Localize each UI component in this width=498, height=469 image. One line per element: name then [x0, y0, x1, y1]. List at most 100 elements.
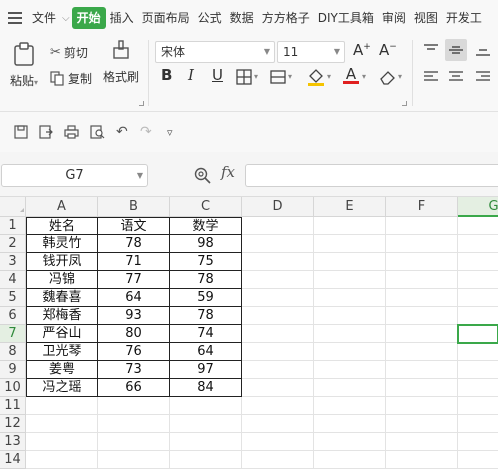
row-header-13[interactable]: 13 — [0, 433, 26, 451]
cell-f10[interactable] — [386, 379, 458, 397]
cell-g13[interactable] — [458, 433, 498, 451]
cell-e10[interactable] — [314, 379, 386, 397]
row-header-10[interactable]: 10 — [0, 379, 26, 397]
font-dialog-launcher[interactable] — [402, 101, 407, 106]
chevron-down-icon[interactable]: ▾ — [288, 72, 292, 81]
row-header-8[interactable]: 8 — [0, 343, 26, 361]
menu-home[interactable]: 开始 — [71, 7, 106, 29]
cell-b2[interactable]: 78 — [98, 235, 170, 253]
menu-developer[interactable]: 开发工 — [442, 7, 486, 29]
cell-d7[interactable] — [242, 325, 314, 343]
cell-c14[interactable] — [170, 451, 242, 469]
cell-c11[interactable] — [170, 397, 242, 415]
cell-b11[interactable] — [98, 397, 170, 415]
cell-g4[interactable] — [458, 271, 498, 289]
row-header-7[interactable]: 7 — [0, 325, 26, 343]
cell-a8[interactable]: 卫光琴 — [26, 343, 98, 361]
cell-b10[interactable]: 66 — [98, 379, 170, 397]
row-header-3[interactable]: 3 — [0, 253, 26, 271]
menu-review[interactable]: 审阅 — [378, 7, 410, 29]
row-header-12[interactable]: 12 — [0, 415, 26, 433]
font-name-combo[interactable]: 宋体 ▼ — [155, 41, 275, 63]
cell-c5[interactable]: 59 — [170, 289, 242, 307]
cell-b3[interactable]: 71 — [98, 253, 170, 271]
menu-diy-toolbox[interactable]: DIY工具箱 — [314, 7, 378, 29]
name-box[interactable]: G7 ▼ — [1, 164, 148, 187]
row-header-5[interactable]: 5 — [0, 289, 26, 307]
cell-b4[interactable]: 77 — [98, 271, 170, 289]
cell-g11[interactable] — [458, 397, 498, 415]
cell-style-icon[interactable] — [270, 69, 286, 85]
cell-c1[interactable]: 数学 — [170, 217, 242, 235]
align-left-icon[interactable] — [424, 71, 438, 83]
cell-e2[interactable] — [314, 235, 386, 253]
cell-g5[interactable] — [458, 289, 498, 307]
zoom-icon[interactable] — [194, 167, 211, 184]
cell-c12[interactable] — [170, 415, 242, 433]
cell-f8[interactable] — [386, 343, 458, 361]
cell-b8[interactable]: 76 — [98, 343, 170, 361]
copy-button[interactable]: 复制 — [50, 70, 92, 87]
cell-c3[interactable]: 75 — [170, 253, 242, 271]
cell-b6[interactable]: 93 — [98, 307, 170, 325]
cell-f4[interactable] — [386, 271, 458, 289]
cell-b14[interactable] — [98, 451, 170, 469]
cell-c6[interactable]: 78 — [170, 307, 242, 325]
cell-d10[interactable] — [242, 379, 314, 397]
row-header-1[interactable]: 1 — [0, 217, 26, 235]
cell-d8[interactable] — [242, 343, 314, 361]
shrink-font-button[interactable]: A− — [379, 41, 397, 59]
hamburger-icon[interactable] — [8, 12, 22, 24]
row-header-9[interactable]: 9 — [0, 361, 26, 379]
column-header-d[interactable]: D — [242, 197, 314, 217]
cell-e9[interactable] — [314, 361, 386, 379]
cell-d11[interactable] — [242, 397, 314, 415]
formula-input[interactable] — [245, 164, 498, 187]
cell-c4[interactable]: 78 — [170, 271, 242, 289]
cell-a12[interactable] — [26, 415, 98, 433]
cell-d6[interactable] — [242, 307, 314, 325]
align-middle-button[interactable] — [445, 39, 467, 61]
column-header-f[interactable]: F — [386, 197, 458, 217]
fill-color-icon[interactable] — [307, 67, 325, 87]
customize-toolbar-icon[interactable]: ▿ — [167, 126, 173, 139]
chevron-down-icon[interactable]: ▾ — [362, 72, 366, 81]
cell-a7[interactable]: 严谷山 — [26, 325, 98, 343]
border-icon[interactable] — [236, 69, 252, 85]
underline-button[interactable]: U — [212, 66, 223, 84]
cell-b5[interactable]: 64 — [98, 289, 170, 307]
align-center-icon[interactable] — [449, 71, 463, 83]
bold-button[interactable]: B — [161, 66, 172, 84]
eraser-icon[interactable] — [379, 69, 397, 85]
save-icon[interactable] — [14, 125, 28, 139]
cell-d13[interactable] — [242, 433, 314, 451]
cell-a13[interactable] — [26, 433, 98, 451]
cell-e3[interactable] — [314, 253, 386, 271]
cell-a1[interactable]: 姓名 — [26, 217, 98, 235]
cell-e5[interactable] — [314, 289, 386, 307]
cell-d4[interactable] — [242, 271, 314, 289]
cell-d5[interactable] — [242, 289, 314, 307]
cell-e7[interactable] — [314, 325, 386, 343]
cell-e13[interactable] — [314, 433, 386, 451]
row-header-11[interactable]: 11 — [0, 397, 26, 415]
align-right-icon[interactable] — [476, 71, 490, 83]
cell-g3[interactable] — [458, 253, 498, 271]
cell-a6[interactable]: 郑梅香 — [26, 307, 98, 325]
cell-d14[interactable] — [242, 451, 314, 469]
cell-e1[interactable] — [314, 217, 386, 235]
italic-button[interactable]: I — [188, 66, 194, 84]
cell-g6[interactable] — [458, 307, 498, 325]
menu-file[interactable]: 文件 — [28, 7, 60, 29]
column-header-a[interactable]: A — [26, 197, 98, 217]
grow-font-button[interactable]: A+ — [353, 41, 371, 59]
redo-icon[interactable]: ↷ — [140, 124, 152, 140]
undo-icon[interactable]: ↶ — [116, 124, 128, 140]
chevron-down-icon[interactable]: ▾ — [327, 72, 331, 81]
cell-c9[interactable]: 97 — [170, 361, 242, 379]
export-icon[interactable] — [39, 125, 53, 139]
cell-g14[interactable] — [458, 451, 498, 469]
spreadsheet-grid[interactable]: A B C D E F G 1 姓名 语文 数学 2 韩灵竹 78 98 3 钱开凤 71 75 4 冯锦 77 78 5 魏春… — [0, 197, 498, 469]
cell-a4[interactable]: 冯锦 — [26, 271, 98, 289]
cell-d12[interactable] — [242, 415, 314, 433]
